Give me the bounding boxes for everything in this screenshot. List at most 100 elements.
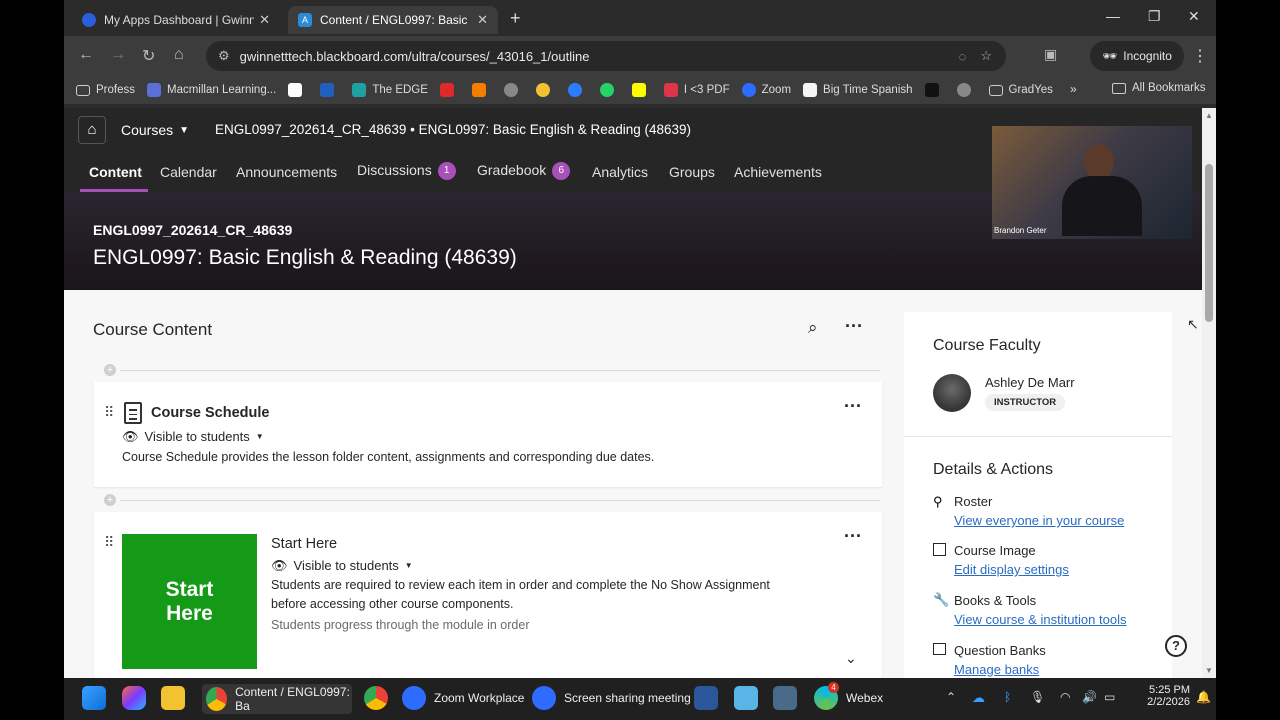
screen-sharing-task[interactable]: Screen sharing meeting — [532, 686, 691, 710]
browser-tab-my-apps[interactable]: My Apps Dashboard | Gwinnett ✕ — [72, 6, 280, 34]
bookmark-item[interactable] — [439, 83, 460, 97]
bookmark-item[interactable] — [320, 83, 340, 97]
scroll-up-icon[interactable]: ▲ — [1205, 111, 1213, 120]
browser-tab-content[interactable]: A Content / ENGL0997: Basic Engl ✕ — [288, 6, 498, 34]
bookmark-item[interactable]: GradYes — [988, 84, 1053, 96]
video-thumbnail[interactable]: Brandon Geter — [992, 126, 1192, 239]
bookmark-item[interactable] — [956, 83, 977, 97]
tab-achievements[interactable]: Achievements — [734, 164, 822, 180]
tab-content[interactable]: Content — [89, 164, 142, 180]
books-tools-link[interactable]: View course & institution tools — [954, 612, 1126, 627]
restore-icon[interactable]: ❐ — [1148, 8, 1161, 25]
bookmark-item[interactable] — [535, 83, 556, 97]
home-icon[interactable]: ⌂ — [78, 116, 106, 144]
item-title[interactable]: Start Here — [271, 536, 337, 552]
cast-icon[interactable]: ▣ — [1044, 46, 1057, 63]
help-icon[interactable]: ? — [1165, 635, 1187, 657]
bookmark-item[interactable] — [599, 83, 620, 97]
minimize-icon[interactable]: — — [1106, 8, 1120, 24]
add-content-icon[interactable]: + — [104, 364, 116, 376]
all-bookmarks[interactable]: All Bookmarks — [1112, 82, 1206, 94]
content-item-course-schedule[interactable]: ⠿ Course Schedule 👁 Visible to students … — [94, 382, 882, 487]
notifications-icon[interactable]: 🔔 — [1196, 690, 1211, 704]
more-options-icon[interactable]: ··· — [845, 316, 863, 337]
m365-button[interactable] — [122, 686, 146, 710]
close-icon[interactable]: ✕ — [259, 12, 270, 28]
tab-analytics[interactable]: Analytics — [592, 164, 648, 180]
item-title[interactable]: Course Schedule — [151, 405, 269, 421]
tab-groups[interactable]: Groups — [669, 164, 715, 180]
clock[interactable]: 5:25 PM 2/2/2026 — [1134, 684, 1190, 708]
tab-announcements[interactable]: Announcements — [236, 164, 337, 180]
content-item-start-here[interactable]: ⠿ Start Here Start Here 👁 Visible to stu… — [94, 512, 882, 678]
faculty-name[interactable]: Ashley De Marr — [985, 375, 1075, 390]
more-options-icon[interactable]: ··· — [844, 526, 862, 547]
chrome-task[interactable]: Content / ENGL0997: Ba — [202, 684, 352, 714]
bookmark-label: Zoom — [761, 84, 792, 96]
cursor-icon: ↖ — [1187, 316, 1199, 332]
calculator-button[interactable] — [773, 686, 797, 710]
courses-dropdown[interactable]: Courses ▼ — [121, 122, 189, 138]
new-tab-icon[interactable]: + — [510, 8, 521, 29]
bookmark-item[interactable]: Big Time Spanish — [803, 83, 913, 97]
tray-chevron-icon[interactable]: ⌃ — [946, 690, 956, 704]
site-settings-icon[interactable]: ⚙ — [218, 48, 230, 64]
start-button[interactable] — [82, 686, 106, 710]
close-icon[interactable]: ✕ — [477, 12, 488, 28]
more-options-icon[interactable]: ··· — [844, 396, 862, 417]
bookmark-item[interactable]: The EDGE — [352, 83, 428, 97]
bookmark-item[interactable] — [924, 83, 945, 97]
drag-handle-icon[interactable]: ⠿ — [104, 404, 114, 421]
battery-icon[interactable]: ▭ — [1104, 690, 1115, 704]
bookmark-item[interactable]: Macmillan Learning... — [147, 83, 276, 97]
onedrive-icon[interactable]: ☁ — [972, 690, 985, 706]
drag-handle-icon[interactable]: ⠿ — [104, 534, 114, 551]
menu-icon[interactable]: ⋮ — [1192, 46, 1208, 66]
bookmark-item[interactable] — [288, 83, 308, 97]
scroll-down-icon[interactable]: ▼ — [1205, 666, 1213, 675]
tab-discussions[interactable]: Discussions 1 — [357, 162, 456, 181]
manage-banks-link[interactable]: Manage banks — [954, 662, 1039, 677]
visibility-dropdown[interactable]: 👁 Visible to students ▼ — [122, 429, 264, 445]
search-icon[interactable]: ⌕ — [808, 318, 818, 338]
roster-link[interactable]: View everyone in your course — [954, 513, 1124, 528]
scrollbar-thumb[interactable] — [1205, 164, 1213, 322]
back-icon[interactable]: ← — [78, 46, 94, 64]
edit-display-link[interactable]: Edit display settings — [954, 562, 1069, 577]
eye-off-icon[interactable]: ◌ — [959, 49, 967, 64]
microphone-icon[interactable]: 🎙 — [1030, 690, 1045, 704]
more-bookmarks-icon[interactable]: » — [1070, 82, 1077, 96]
bookmark-item[interactable]: Zoom — [741, 83, 792, 97]
start-here-thumbnail[interactable]: Start Here — [122, 534, 257, 669]
bluetooth-icon[interactable]: ᛒ — [1004, 690, 1011, 704]
forward-icon[interactable]: → — [110, 46, 126, 64]
reload-icon[interactable]: ↻ — [142, 46, 155, 66]
webex-task[interactable]: 4 Webex — [814, 682, 883, 710]
volume-icon[interactable]: 🔊 — [1082, 690, 1097, 704]
blogger-icon — [471, 83, 486, 97]
zoom-workplace-task[interactable]: Zoom Workplace — [402, 686, 524, 710]
scrollbar[interactable]: ▲ ▼ — [1202, 108, 1216, 678]
address-bar[interactable]: ⚙ gwinnetttech.blackboard.com/ultra/cour… — [206, 41, 1006, 71]
star-icon[interactable]: ☆ — [980, 48, 992, 64]
chrome-button[interactable] — [364, 686, 388, 710]
chevron-down-icon[interactable]: ⌄ — [845, 650, 857, 667]
bookmark-item[interactable]: I <3 PDF — [663, 83, 730, 97]
bookmark-item[interactable]: Profess — [76, 84, 135, 96]
bookmark-item[interactable] — [503, 83, 524, 97]
tab-calendar[interactable]: Calendar — [160, 164, 217, 180]
tab-gradebook[interactable]: Gradebook 6 — [477, 162, 571, 181]
word-button[interactable] — [694, 686, 718, 710]
avatar[interactable] — [933, 374, 971, 412]
bookmark-item[interactable] — [567, 83, 588, 97]
explorer-button[interactable] — [161, 686, 185, 710]
home-icon[interactable]: ⌂ — [174, 46, 184, 64]
incognito-badge[interactable]: 🕶 Incognito — [1090, 41, 1184, 71]
notepad-button[interactable] — [734, 686, 758, 710]
visibility-dropdown[interactable]: 👁 Visible to students ▼ — [271, 558, 413, 574]
bookmark-item[interactable] — [631, 83, 652, 97]
wifi-icon[interactable]: ◠ — [1060, 690, 1070, 704]
add-content-icon[interactable]: + — [104, 494, 116, 506]
bookmark-item[interactable] — [471, 83, 492, 97]
window-close-icon[interactable]: ✕ — [1188, 8, 1200, 25]
